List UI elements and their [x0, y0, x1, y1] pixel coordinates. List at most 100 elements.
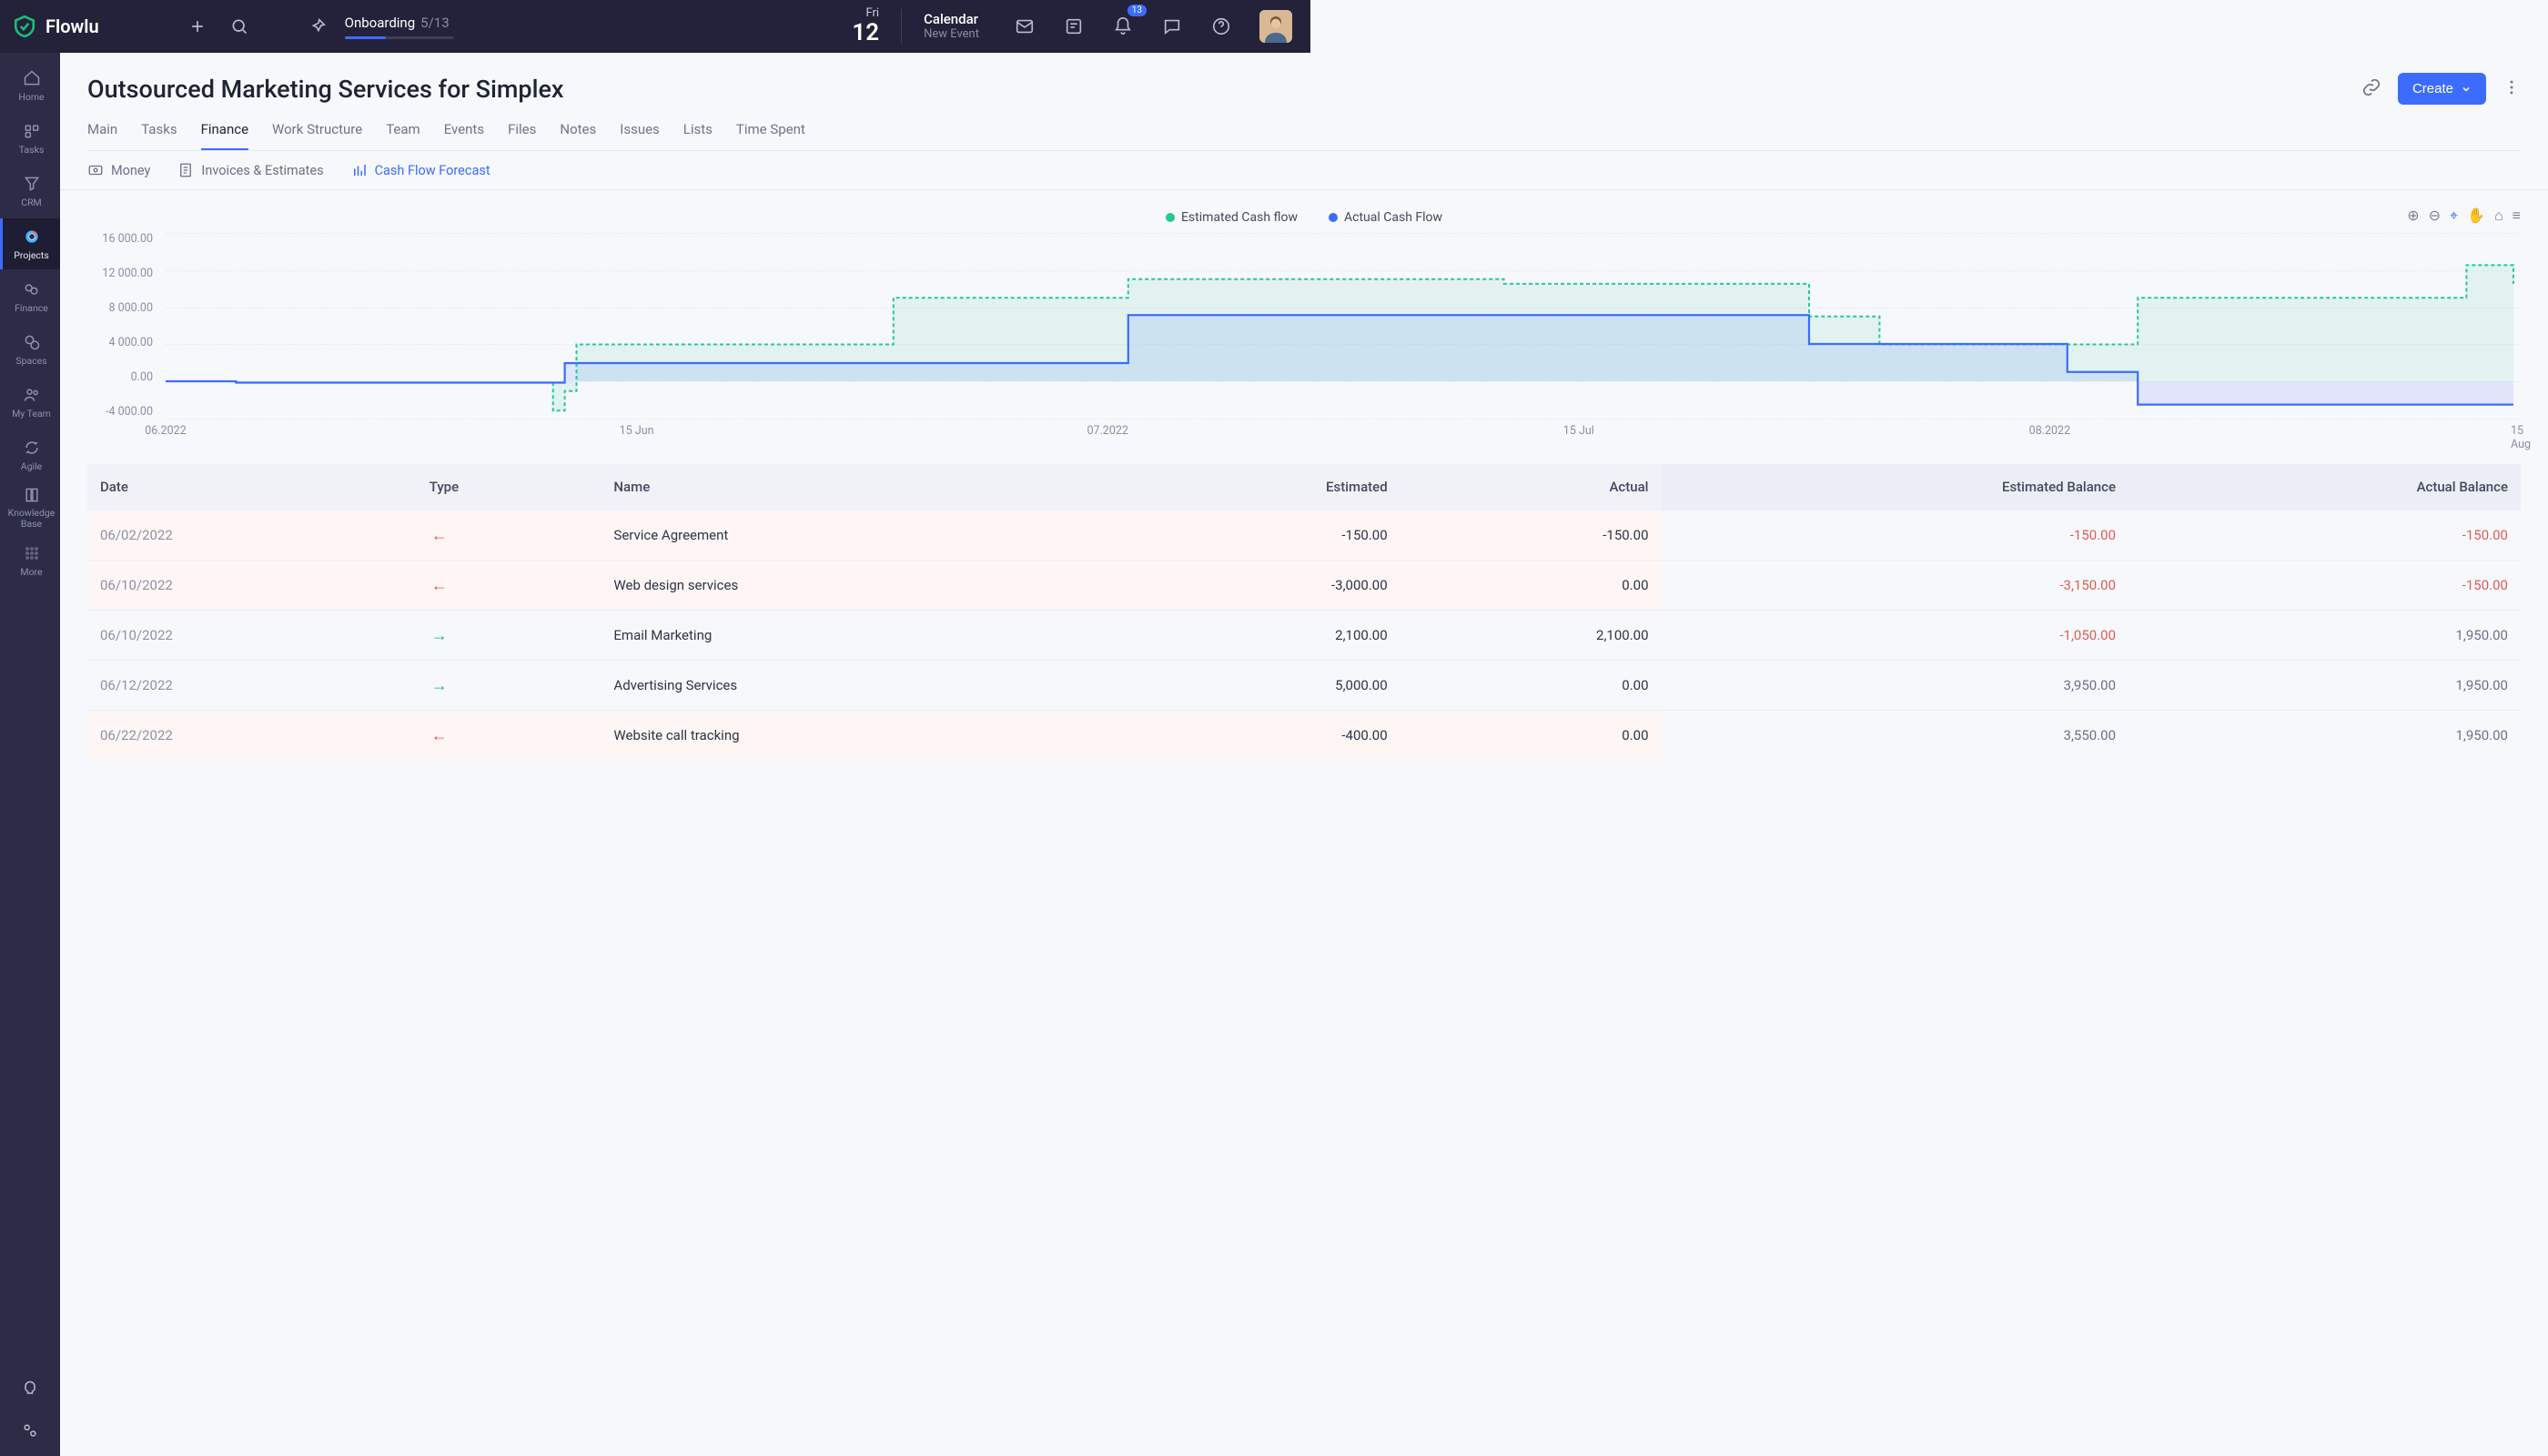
main: Outsourced Marketing Services for Simple… — [60, 53, 2548, 1456]
cell-date: 06/12/2022 — [87, 661, 417, 711]
sidebar-item-label: Projects — [14, 249, 49, 261]
cell-estimated: -400.00 — [1108, 711, 1400, 761]
tab-events[interactable]: Events — [444, 121, 484, 150]
sidebar-item-myteam[interactable]: My Team — [0, 377, 60, 428]
chart-tools: ⊕ ⊖ ⌖ ✋ ⌂ ≡ — [2407, 207, 2521, 225]
table-row[interactable]: 06/10/2022Web design services-3,000.000.… — [87, 561, 2521, 611]
home-icon[interactable]: ⌂ — [2494, 207, 2503, 225]
cell-ebal: 3,550.00 — [1662, 711, 2129, 761]
support-icon[interactable] — [14, 1372, 46, 1405]
tab-tasks[interactable]: Tasks — [141, 121, 177, 150]
chat-icon[interactable] — [1156, 10, 1188, 43]
subtab-label: Cash Flow Forecast — [375, 163, 490, 178]
tab-work-structure[interactable]: Work Structure — [272, 121, 362, 150]
note-icon[interactable] — [1057, 10, 1090, 43]
sidebar-item-label: My Team — [12, 408, 51, 420]
sidebar-item-home[interactable]: Home — [0, 60, 60, 111]
tab-files[interactable]: Files — [508, 121, 536, 150]
chart-legend: Estimated Cash flow Actual Cash Flow — [87, 210, 2521, 225]
table-header[interactable]: Estimated — [1108, 464, 1400, 511]
page-title: Outsourced Marketing Services for Simple… — [87, 75, 564, 104]
chart-x-axis: 06.202215 Jun07.202215 Jul08.202215 Aug — [166, 424, 2521, 446]
cell-estimated: -150.00 — [1108, 511, 1400, 561]
table-header[interactable]: Actual Balance — [2128, 464, 2521, 511]
plus-icon[interactable] — [181, 10, 214, 43]
pan-icon[interactable]: ✋ — [2467, 207, 2485, 225]
sidebar-item-label: More — [20, 566, 42, 578]
tab-notes[interactable]: Notes — [560, 121, 596, 150]
cell-date: 06/10/2022 — [87, 611, 417, 661]
legend-estimated: Estimated Cash flow — [1181, 210, 1298, 225]
sidebar-item-crm[interactable]: CRM — [0, 166, 60, 217]
tab-main[interactable]: Main — [87, 121, 117, 150]
table-header[interactable]: Type — [417, 464, 602, 511]
bell-icon[interactable]: 13 — [1107, 10, 1139, 43]
link-icon[interactable] — [2361, 77, 2381, 101]
table-header[interactable]: Estimated Balance — [1662, 464, 2129, 511]
tab-team[interactable]: Team — [386, 121, 420, 150]
mail-icon[interactable] — [1008, 10, 1041, 43]
chart: Estimated Cash flow Actual Cash Flow ⊕ ⊖… — [60, 190, 2548, 455]
table-header[interactable]: Name — [601, 464, 1107, 511]
sidebar-item-label: Knowledge Base — [3, 508, 60, 529]
sidebar: Home Tasks CRM Projects Finance Spaces M… — [0, 53, 60, 1456]
table-row[interactable]: 06/12/2022Advertising Services5,000.000.… — [87, 661, 2521, 711]
onboarding-label: Onboarding — [345, 15, 416, 31]
cell-date: 06/22/2022 — [87, 711, 417, 761]
table-header[interactable]: Date — [87, 464, 417, 511]
sidebar-item-spaces[interactable]: Spaces — [0, 324, 60, 375]
sidebar-item-finance[interactable]: Finance — [0, 271, 60, 322]
cell-date: 06/10/2022 — [87, 561, 417, 611]
onboarding[interactable]: Onboarding5/13 — [301, 10, 454, 43]
more-icon[interactable] — [2502, 78, 2521, 100]
subtab-money[interactable]: Money — [87, 162, 150, 178]
cell-name: Web design services — [601, 561, 1107, 611]
create-button-label: Create — [2412, 81, 2453, 96]
zoom-in-icon[interactable]: ⊕ — [2407, 207, 2419, 225]
help-icon[interactable] — [1205, 10, 1238, 43]
settings-icon[interactable] — [14, 1414, 46, 1447]
calendar-widget[interactable]: Calendar New Event — [924, 11, 979, 42]
sidebar-item-label: Finance — [15, 302, 48, 314]
subtab-invoices[interactable]: Invoices & Estimates — [177, 162, 323, 178]
create-button[interactable]: Create — [2398, 73, 2486, 105]
tab-issues[interactable]: Issues — [620, 121, 660, 150]
subtab-cashflow[interactable]: Cash Flow Forecast — [351, 162, 490, 178]
menu-icon[interactable]: ≡ — [2513, 207, 2521, 225]
table-row[interactable]: 06/22/2022Website call tracking-400.000.… — [87, 711, 2521, 761]
table-row[interactable]: 06/02/2022Service Agreement-150.00-150.0… — [87, 511, 2521, 561]
sidebar-item-kb[interactable]: Knowledge Base — [0, 482, 60, 533]
sidebar-item-tasks[interactable]: Tasks — [0, 113, 60, 164]
sidebar-item-agile[interactable]: Agile — [0, 430, 60, 480]
cell-name: Website call tracking — [601, 711, 1107, 761]
tab-time-spent[interactable]: Time Spent — [736, 121, 805, 150]
cell-estimated: -3,000.00 — [1108, 561, 1400, 611]
table-row[interactable]: 06/10/2022Email Marketing2,100.002,100.0… — [87, 611, 2521, 661]
cell-name: Email Marketing — [601, 611, 1107, 661]
search-icon[interactable] — [223, 10, 256, 43]
date-widget[interactable]: Fri 12 — [852, 7, 879, 46]
subtab-label: Invoices & Estimates — [201, 163, 323, 178]
chevron-down-icon — [2461, 84, 2472, 95]
cell-type — [417, 611, 602, 661]
table-header[interactable]: Actual — [1400, 464, 1662, 511]
cell-abal: 1,950.00 — [2128, 711, 2521, 761]
sidebar-item-projects[interactable]: Projects — [0, 218, 60, 269]
calendar-subtitle: New Event — [924, 27, 979, 42]
tab-finance[interactable]: Finance — [201, 121, 248, 150]
zoom-select-icon[interactable]: ⌖ — [2450, 207, 2458, 225]
arrow-right-icon — [430, 625, 450, 645]
sidebar-item-more[interactable]: More — [0, 535, 60, 586]
table-body: 06/02/2022Service Agreement-150.00-150.0… — [87, 511, 2521, 761]
brand[interactable]: Flowlu — [13, 15, 99, 38]
calendar-title: Calendar — [924, 11, 979, 27]
cell-ebal: -150.00 — [1662, 511, 2129, 561]
cell-date: 06/02/2022 — [87, 511, 417, 561]
logo-icon — [13, 15, 36, 38]
tab-lists[interactable]: Lists — [683, 121, 713, 150]
tabs: Main Tasks Finance Work Structure Team Events… — [87, 121, 2521, 151]
zoom-out-icon[interactable]: ⊖ — [2429, 207, 2441, 225]
cell-abal: 1,950.00 — [2128, 611, 2521, 661]
avatar[interactable] — [1259, 10, 1292, 43]
arrow-left-icon — [430, 725, 450, 745]
